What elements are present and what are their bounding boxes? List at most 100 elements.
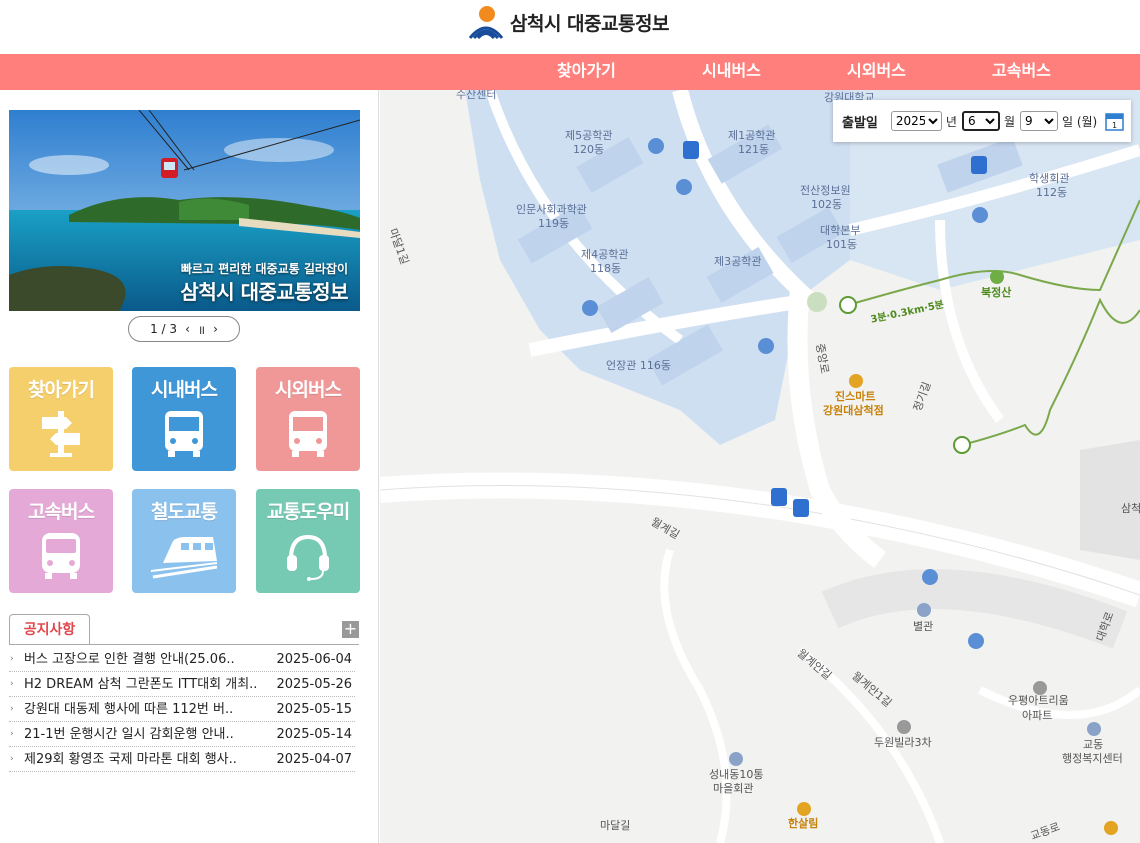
- map-label: 121동: [738, 143, 770, 156]
- map-label: 120동: [573, 143, 605, 156]
- list-item[interactable]: › H2 DREAM 삼척 그란폰도 ITT대회 개최.. 2025-05-26: [9, 672, 355, 697]
- tile-rail[interactable]: 철도교통: [132, 489, 236, 593]
- nav-item-intercity-bus[interactable]: 시외버스: [847, 54, 906, 90]
- bus-icon: [289, 411, 327, 457]
- site-logo[interactable]: 삼척시 대중교통정보: [468, 4, 669, 40]
- bus-icon: [165, 411, 203, 457]
- tab-notice[interactable]: 공지사항: [9, 614, 90, 645]
- map-label: 마을회관: [713, 782, 754, 795]
- year-unit: 년: [945, 114, 957, 129]
- pause-icon[interactable]: ॥: [198, 321, 205, 338]
- list-item[interactable]: › 강원대 대동제 행사에 따른 112번 버.. 2025-05-15: [9, 697, 355, 722]
- map-label: 언장관 116동: [606, 359, 671, 372]
- list-item[interactable]: › 버스 고장으로 인한 결행 안내(25.06.. 2025-06-04: [9, 647, 355, 672]
- notice-date: 2025-05-26: [276, 677, 352, 692]
- bullet-icon: ›: [10, 754, 14, 764]
- nav-item-city-bus[interactable]: 시내버스: [702, 54, 761, 90]
- notice-title[interactable]: 제29회 황영조 국제 마라톤 대회 행사..: [24, 747, 274, 772]
- main-nav: 찾아가기 시내버스 시외버스 고속버스: [0, 54, 1140, 90]
- list-item[interactable]: › 제29회 황영조 국제 마라톤 대회 행사.. 2025-04-07: [9, 747, 355, 772]
- tile-city-bus[interactable]: 시내버스: [132, 367, 236, 471]
- tile-label: 교통도우미: [266, 501, 350, 523]
- departure-date-label: 출발일: [842, 115, 878, 131]
- map-label: 제4공학관: [581, 248, 629, 261]
- banner-title: 삼척시 대중교통정보: [180, 280, 348, 304]
- map-label: 성내동10통: [709, 768, 764, 781]
- notice-date: 2025-05-15: [276, 702, 352, 717]
- map-label: 북정산: [981, 286, 1012, 299]
- notice-title[interactable]: 버스 고장으로 인한 결행 안내(25.06..: [24, 647, 274, 672]
- banner-pager: 1 / 3 ‹ ॥ ›: [128, 316, 240, 342]
- left-panel: 빠르고 편리한 대중교통 길라잡이 삼척시 대중교통정보 1 / 3 ‹ ॥ ›…: [0, 90, 379, 843]
- calendar-icon[interactable]: 1: [1105, 112, 1124, 131]
- tile-label: 시내버스: [151, 379, 218, 401]
- map-label: 마달길: [600, 819, 631, 832]
- divider: [9, 644, 359, 645]
- notice-title[interactable]: 21-1번 운행시간 일시 감회운행 안내..: [24, 722, 274, 747]
- map-label: 제5공학관: [565, 129, 613, 142]
- map-label: 101동: [826, 238, 858, 251]
- map-label: 전산정보원: [800, 184, 851, 197]
- bullet-icon: ›: [10, 679, 14, 689]
- notice-date: 2025-06-04: [276, 652, 352, 667]
- map-label: 인문사회과학관: [516, 203, 587, 216]
- nav-item-directions[interactable]: 찾아가기: [557, 54, 616, 90]
- map-canvas: [380, 90, 1140, 843]
- map-label: 118동: [590, 262, 622, 275]
- day-select[interactable]: 9: [1019, 111, 1058, 131]
- tile-directions[interactable]: 찾아가기: [9, 367, 113, 471]
- next-icon[interactable]: ›: [213, 322, 218, 336]
- notice-date: 2025-04-07: [276, 752, 352, 767]
- banner-subtitle: 빠르고 편리한 대중교통 길라잡이: [180, 262, 348, 276]
- pager-count: 1 / 3: [150, 322, 178, 336]
- tile-label: 찾아가기: [28, 379, 95, 401]
- bullet-icon: ›: [10, 704, 14, 714]
- svg-text:1: 1: [1112, 121, 1117, 130]
- list-item[interactable]: › 21-1번 운행시간 일시 감회운행 안내.. 2025-05-14: [9, 722, 355, 747]
- more-button[interactable]: +: [342, 621, 359, 638]
- map-label: 102동: [811, 198, 843, 211]
- map-label: 우평아트리움: [1008, 694, 1069, 707]
- prev-icon[interactable]: ‹: [185, 322, 190, 336]
- month-unit: 월: [1003, 114, 1015, 129]
- map-view[interactable]: 수산센터 강원대학교 제5공학관 120동 제1공학관 121동 인문사회과학관…: [380, 90, 1140, 843]
- day-unit: 일 (월): [1061, 114, 1098, 129]
- map-label: 112동: [1036, 186, 1068, 199]
- map-label: 교동: [1083, 738, 1104, 751]
- map-label: 진스마트: [835, 390, 876, 403]
- map-label: 119동: [538, 217, 570, 230]
- notice-title[interactable]: H2 DREAM 삼척 그란폰도 ITT대회 개최..: [24, 672, 274, 697]
- tile-label: 철도교통: [151, 501, 218, 523]
- map-label: 제1공학관: [728, 129, 776, 142]
- map-label: 한살림: [788, 817, 819, 830]
- map-label: 아파트: [1022, 709, 1053, 722]
- banner-image[interactable]: 빠르고 편리한 대중교통 길라잡이 삼척시 대중교통정보: [9, 110, 360, 311]
- logo-icon: [468, 6, 504, 40]
- map-label: 수산센터: [456, 90, 497, 101]
- map-label: 별관: [913, 620, 934, 633]
- map-label: 대학본부: [820, 224, 861, 237]
- map-label: 행정복지센터: [1062, 752, 1123, 765]
- map-label: 강원대삼척점: [823, 404, 884, 417]
- map-label: 삼척: [1121, 502, 1140, 515]
- headset-icon: [287, 534, 329, 581]
- express-bus-icon: [42, 533, 80, 579]
- tile-label: 시외버스: [275, 379, 342, 401]
- tile-label: 고속버스: [28, 501, 95, 523]
- train-icon: [150, 537, 218, 579]
- notice-title[interactable]: 강원대 대동제 행사에 따른 112번 버..: [24, 697, 274, 722]
- year-select[interactable]: 2025: [890, 111, 942, 131]
- bullet-icon: ›: [10, 654, 14, 664]
- tile-intercity-bus[interactable]: 시외버스: [256, 367, 360, 471]
- bullet-icon: ›: [10, 729, 14, 739]
- logo-text: 삼척시 대중교통정보: [510, 12, 669, 35]
- notice-date: 2025-05-14: [276, 727, 352, 742]
- map-label: 두원빌라3차: [874, 736, 932, 749]
- tile-transit-helper[interactable]: 교통도우미: [256, 489, 360, 593]
- header: 삼척시 대중교통정보: [0, 0, 1140, 54]
- month-select[interactable]: 6: [961, 111, 1000, 131]
- departure-date-panel: 출발일 2025 년 6 월 9 일 (월) 1: [833, 100, 1131, 142]
- tile-express-bus[interactable]: 고속버스: [9, 489, 113, 593]
- signpost-icon: [42, 411, 80, 457]
- nav-item-express-bus[interactable]: 고속버스: [992, 54, 1051, 90]
